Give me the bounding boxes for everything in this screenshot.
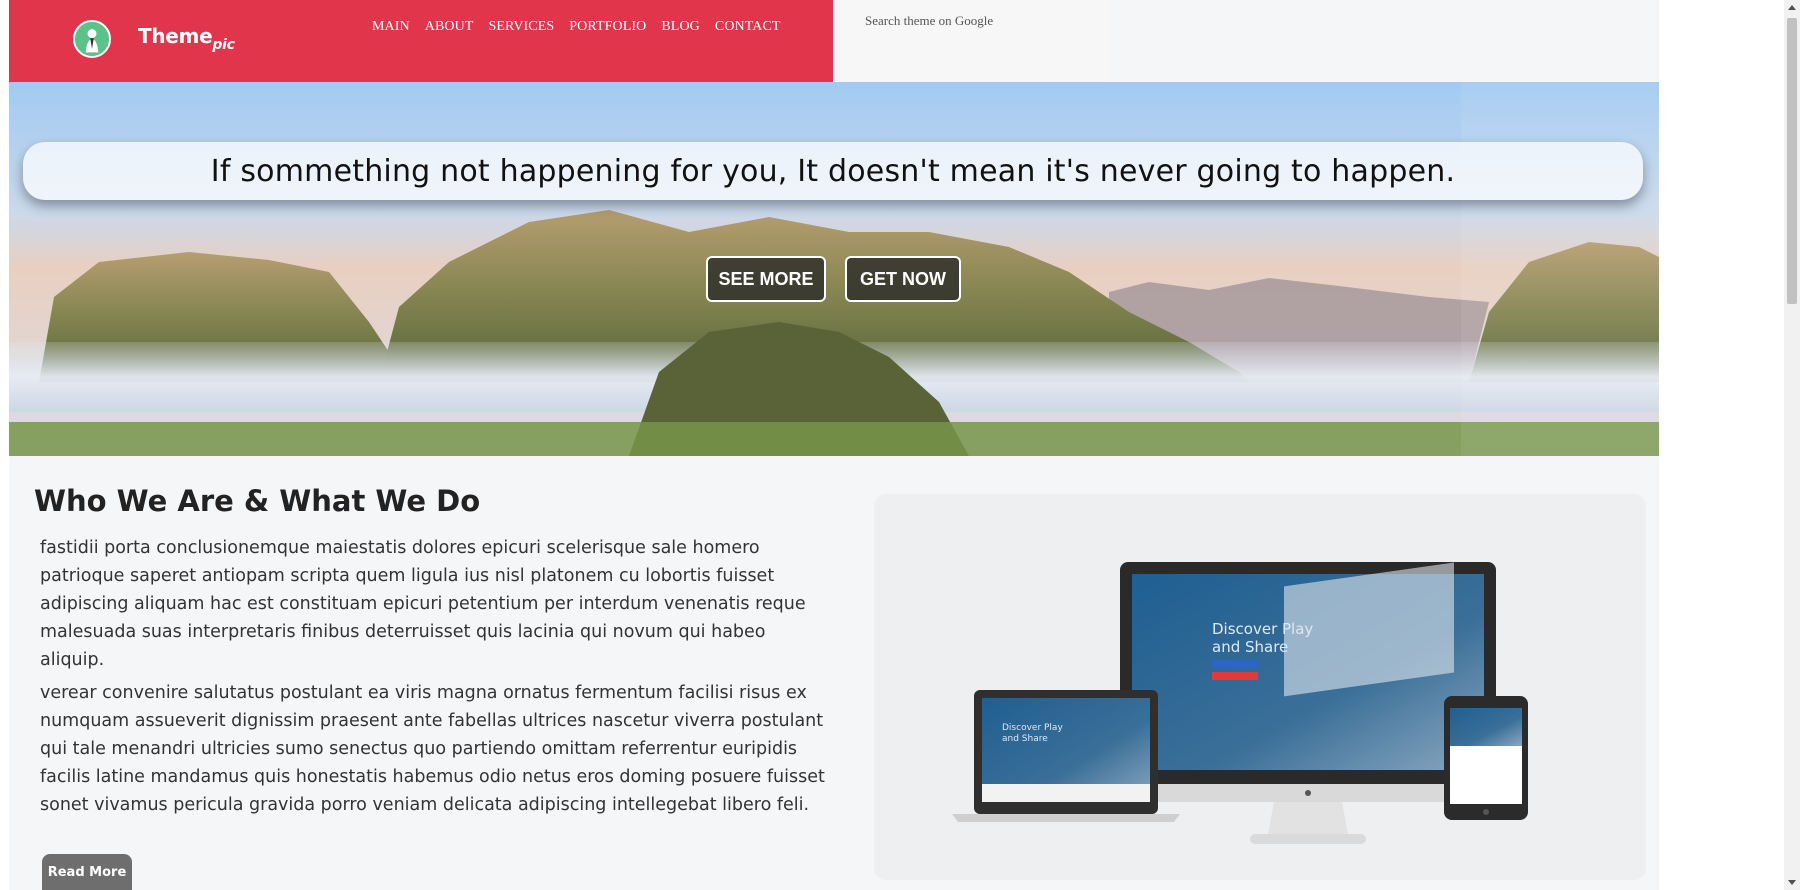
read-more-button[interactable]: Read More [42,854,132,890]
header-bar [9,0,833,82]
brand-main: Theme [138,24,213,48]
main-nav: MAIN ABOUT SERVICES PORTFOLIO BLOG CONTA… [372,19,781,35]
hero-quote-bar: If sommething not happening for you, It … [23,142,1643,200]
nav-blog[interactable]: BLOG [661,19,700,35]
nav-main[interactable]: MAIN [372,19,410,35]
about-paragraph-2: verear convenire salutatus postulant ea … [40,683,825,815]
nav-portfolio[interactable]: PORTFOLIO [569,19,646,35]
devices-image-card: Discover Play and Share Discover Play an… [874,494,1646,880]
laptop-screen-text-2: and Share [1002,734,1048,744]
scroll-up-arrow-icon[interactable] [1788,5,1796,10]
search-container [833,0,1109,82]
about-paragraph-1: fastidii porta conclusionemque maiestati… [40,538,806,670]
nav-about[interactable]: ABOUT [425,19,474,35]
nav-services[interactable]: SERVICES [488,19,554,35]
monitor-screen-text-2: and Share [1212,638,1288,656]
scrollbar-thumb[interactable] [1787,18,1797,304]
brand-name[interactable]: Themepic [138,24,235,53]
scroll-down-arrow-icon[interactable] [1788,880,1796,885]
hero-banner: If sommething not happening for you, It … [9,82,1659,456]
laptop-screen-text-1: Discover Play [1002,723,1063,733]
see-more-button[interactable]: SEE MORE [706,256,826,302]
get-now-button[interactable]: GET NOW [845,256,961,302]
section-title: Who We Are & What We Do [34,484,481,518]
logo-icon[interactable] [73,20,111,58]
page-scrollbar[interactable] [1784,0,1800,890]
hero-quote: If sommething not happening for you, It … [210,153,1456,189]
search-input[interactable] [865,10,1085,32]
nav-contact[interactable]: CONTACT [715,19,781,35]
responsive-devices-image: Discover Play and Share Discover Play an… [952,562,1528,844]
brand-sub: pic [212,37,235,53]
